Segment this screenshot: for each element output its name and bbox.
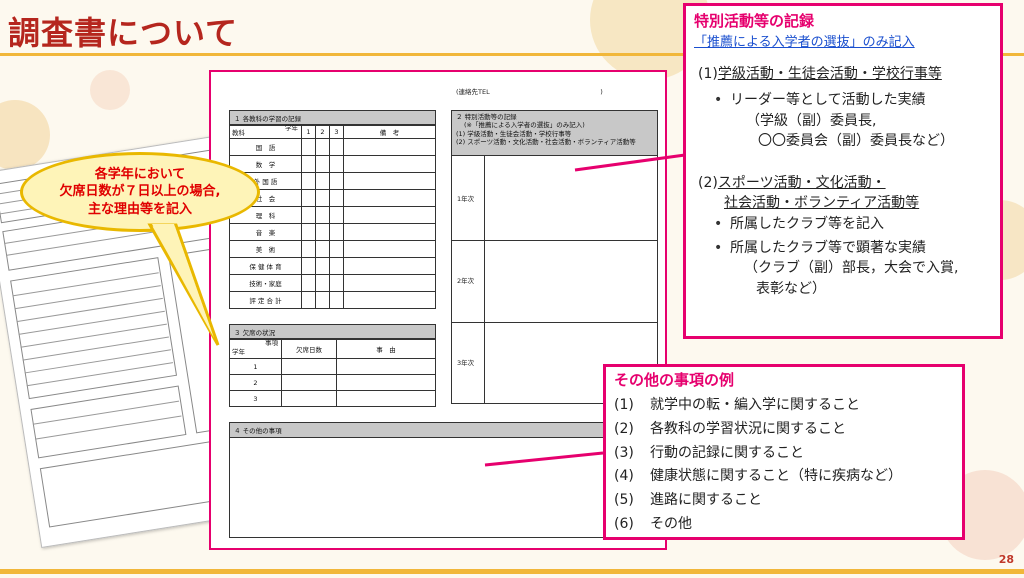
contact-tel: (連絡先TEL )	[456, 88, 603, 96]
page-title: 調査書について	[8, 14, 239, 52]
special-activities-title: 特別活動等の記録	[694, 12, 815, 30]
year-3-label: 3年次	[457, 359, 475, 367]
section-4-box	[229, 422, 658, 538]
special-item-2-heading: (2)スポーツ活動・文化活動・	[698, 175, 886, 192]
year-1-label: 1年次	[457, 195, 475, 203]
special-activities-link[interactable]: 「推薦による入学者の選抜」のみ記入	[694, 31, 992, 50]
year-2-label: 2年次	[457, 277, 475, 285]
special-item-1-bullet: リーダー等として活動した実績	[712, 90, 992, 111]
section-4-header: ４ その他の事項	[229, 422, 658, 438]
other-matters-title: その他の事項の例	[614, 371, 735, 389]
section-2-header: ２ 特別活動等の記録 (※「推薦による入学者の選抜」のみ記入) (1) 学級活動…	[451, 110, 658, 156]
other-matters-box: その他の事項の例 (1) 就学中の転・編入学に関すること (2) 各教科の学習状況に…	[603, 364, 965, 540]
other-item: (1) 就学中の転・編入学に関すること	[614, 397, 860, 413]
special-item-1-heading: (1)学級活動・生徒会活動・学校行事等	[698, 66, 942, 82]
absence-callout: 各学年において 欠席日数が７日以上の場合, 主な理由等を記入	[20, 152, 260, 232]
decor-circle	[90, 70, 130, 110]
form-frame: (連絡先TEL ) １ 各教科の学習の記録 教科 学年 1 2 3 備 考 国 …	[209, 70, 667, 550]
slide: 調査書について (連絡先TEL ) １ 各教科の学習の記録 教科 学年 1 2 …	[0, 0, 1024, 578]
absence-table: 学年 事項 欠席日数 事 由 1 2 3	[229, 338, 436, 407]
decor-circle	[0, 100, 50, 170]
other-item: (2) 各教科の学習状況に関すること	[614, 420, 846, 437]
other-item: (6) その他	[614, 515, 692, 532]
other-item: (5) 進路に関すること	[614, 492, 762, 509]
page-number: 28	[998, 553, 1014, 566]
special-activities-box: 特別活動等の記録 「推薦による入学者の選抜」のみ記入 (1)学級活動・生徒会活動…	[683, 3, 1003, 339]
other-item: (4) 健康状態に関すること（特に疾病など）	[614, 468, 902, 485]
other-matters-list: (1) 就学中の転・編入学に関すること (2) 各教科の学習状況に関すること (3)…	[614, 394, 954, 537]
subjects-table: 教科 学年 1 2 3 備 考 国 語 数 学 外 国 語 社 会 理 科 音 …	[229, 124, 436, 309]
bottom-rule	[0, 569, 1024, 574]
other-item: (3) 行動の記録に関すること	[614, 444, 804, 461]
special-item-2-bullet-1: 所属したクラブ等を記入	[712, 214, 992, 235]
special-item-2-bullet-2: 所属したクラブ等で顕著な実績	[712, 238, 992, 259]
